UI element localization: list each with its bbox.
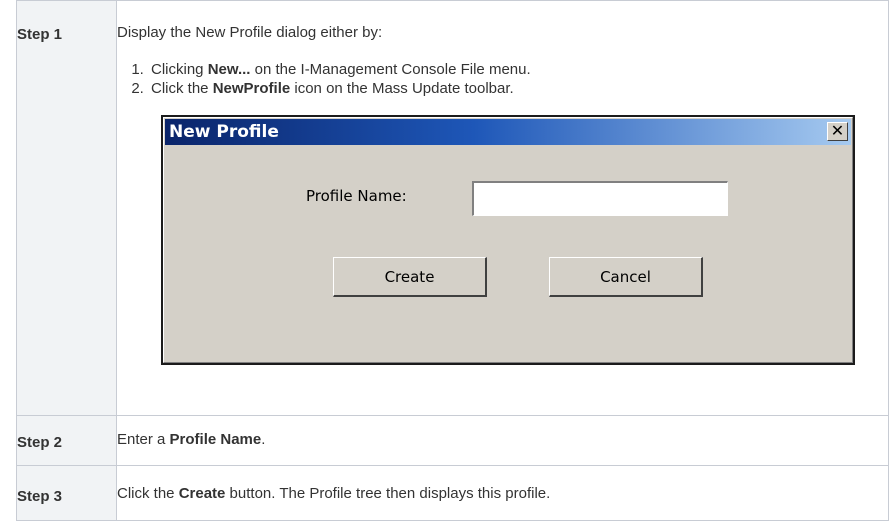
text-run: button. The Profile tree then displays t… (225, 485, 551, 502)
bold-term: NewProfile (212, 80, 291, 97)
step-label: Step 3 (17, 488, 63, 505)
text-run: Enter a (117, 431, 170, 448)
step-row: Step 2 Enter a Profile Name. (16, 415, 889, 466)
step-content-cell: Enter a Profile Name. (116, 415, 889, 466)
options-list: Clicking New... on the I-Management Cons… (117, 60, 888, 98)
step-text: Click the Create button. The Profile tre… (117, 466, 888, 502)
text-run: Clicking (151, 61, 208, 78)
step-label-cell: Step 1 (16, 0, 117, 416)
new-profile-dialog: New Profile ✕ Profile Name: Create Cance… (161, 115, 855, 365)
close-icon: ✕ (830, 121, 845, 140)
text-run: on the I-Management Console File menu. (250, 61, 531, 78)
dialog-frame (163, 117, 853, 363)
profile-name-label: Profile Name: (306, 187, 407, 205)
create-button[interactable]: Create (333, 257, 487, 297)
bold-term: Profile Name (169, 431, 262, 448)
dialog-title: New Profile (169, 122, 279, 142)
step-content-cell: Display the New Profile dialog either by… (116, 0, 889, 416)
close-button[interactable]: ✕ (827, 122, 848, 141)
text-run: . (261, 431, 266, 448)
list-item: Click the NewProfile icon on the Mass Up… (148, 79, 888, 98)
text-run: Click the (151, 80, 213, 97)
step-label: Step 2 (17, 434, 63, 451)
step-text: Enter a Profile Name. (117, 416, 888, 448)
bold-term: New... (207, 61, 251, 78)
step-label-cell: Step 2 (16, 415, 117, 466)
step-label: Step 1 (17, 26, 63, 43)
text-run: icon on the Mass Update toolbar. (290, 80, 514, 97)
dialog-titlebar[interactable]: New Profile ✕ (165, 119, 851, 145)
steps-table: Step 1 Display the New Profile dialog ei… (16, 0, 889, 521)
profile-name-input[interactable] (472, 181, 728, 216)
step-content-cell: Click the Create button. The Profile tre… (116, 465, 889, 521)
step-row: Step 3 Click the Create button. The Prof… (16, 465, 889, 521)
step-intro: Display the New Profile dialog either by… (117, 24, 383, 41)
list-item: Clicking New... on the I-Management Cons… (148, 60, 888, 79)
step-label-cell: Step 3 (16, 465, 117, 521)
text-run: Click the (117, 485, 179, 502)
cancel-button[interactable]: Cancel (549, 257, 703, 297)
step-row: Step 1 Display the New Profile dialog ei… (16, 0, 889, 416)
bold-term: Create (178, 485, 226, 502)
